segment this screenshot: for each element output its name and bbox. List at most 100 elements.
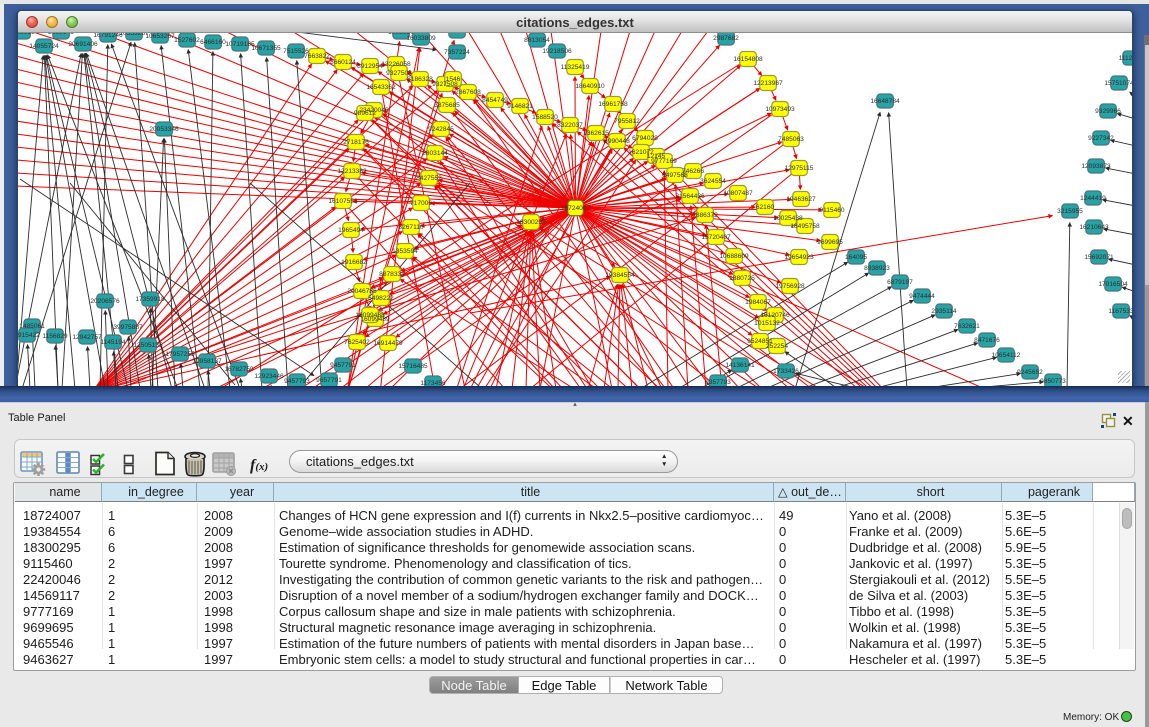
svg-text:9699695: 9699695 <box>817 239 843 246</box>
svg-text:1353594: 1353594 <box>392 248 418 255</box>
svg-text:8813054: 8813054 <box>524 37 550 44</box>
svg-text:9657791: 9657791 <box>316 377 342 384</box>
svg-text:8471676: 8471676 <box>974 337 1000 344</box>
svg-text:20053346: 20053346 <box>149 126 179 133</box>
svg-text:1205613: 1205613 <box>18 33 35 36</box>
svg-text:15716485: 15716485 <box>398 363 428 370</box>
svg-text:18300295: 18300295 <box>516 219 546 226</box>
svg-text:9329966: 9329966 <box>1095 108 1121 115</box>
svg-text:19463627: 19463627 <box>786 196 816 203</box>
svg-text:1880725: 1880725 <box>729 275 755 282</box>
svg-text:12213967: 12213967 <box>753 80 783 87</box>
svg-text:9242845: 9242845 <box>428 126 454 133</box>
svg-text:18724007: 18724007 <box>561 205 591 212</box>
svg-text:9857793: 9857793 <box>705 379 731 386</box>
svg-text:16107553: 16107553 <box>328 198 358 205</box>
svg-text:10654112: 10654112 <box>992 352 1021 359</box>
svg-text:717006: 717006 <box>410 200 432 207</box>
svg-text:15751074: 15751074 <box>1104 80 1132 87</box>
svg-text:9457793: 9457793 <box>284 378 310 385</box>
svg-text:7357224: 7357224 <box>444 49 470 56</box>
svg-text:19654923: 19654923 <box>784 254 814 261</box>
svg-text:10973493: 10973493 <box>765 106 795 113</box>
svg-text:1156829: 1156829 <box>42 333 68 340</box>
svg-text:7955812: 7955812 <box>614 118 640 125</box>
svg-text:10958137: 10958137 <box>192 358 222 365</box>
svg-text:16033809: 16033809 <box>406 35 436 42</box>
svg-text:6879197: 6879197 <box>887 279 913 286</box>
svg-text:1112485: 1112485 <box>1119 55 1132 62</box>
svg-text:20206576: 20206576 <box>90 298 120 305</box>
svg-text:2987682: 2987682 <box>713 35 739 42</box>
svg-text:16961758: 16961758 <box>598 101 628 108</box>
svg-text:12093873: 12093873 <box>1081 163 1111 170</box>
svg-text:9777169: 9777169 <box>651 158 677 165</box>
svg-text:11325419: 11325419 <box>561 64 590 71</box>
svg-text:252254: 252254 <box>766 343 788 350</box>
svg-text:62160: 62160 <box>756 204 775 211</box>
svg-text:3267110: 3267110 <box>398 224 424 231</box>
svg-text:1588520: 1588520 <box>532 114 558 121</box>
svg-text:2803144: 2803144 <box>422 150 448 157</box>
svg-text:19218506: 19218506 <box>542 48 572 55</box>
svg-text:9850773: 9850773 <box>1040 378 1066 385</box>
svg-text:6466160: 6466160 <box>200 39 226 46</box>
svg-text:3624554: 3624554 <box>700 178 726 185</box>
svg-text:1527602: 1527602 <box>174 37 200 44</box>
svg-text:21564436: 21564436 <box>675 193 705 200</box>
svg-text:10653267: 10653267 <box>145 33 175 40</box>
svg-text:39975887: 39975887 <box>113 324 143 331</box>
svg-text:18640910: 18640910 <box>575 83 605 90</box>
svg-text:10025438: 10025438 <box>773 215 803 222</box>
svg-text:16120746: 16120746 <box>760 312 790 319</box>
svg-text:10688609: 10688609 <box>719 253 749 260</box>
svg-text:16210643: 16210643 <box>1079 224 1109 231</box>
svg-text:164095: 164095 <box>845 254 867 261</box>
svg-text:10807487: 10807487 <box>723 190 753 197</box>
svg-text:746266: 746266 <box>682 168 704 175</box>
svg-text:9457791: 9457791 <box>330 362 356 369</box>
svg-text:16782759: 16782759 <box>224 366 254 373</box>
svg-text:3915422: 3915422 <box>18 332 40 339</box>
svg-text:1167533: 1167533 <box>1108 308 1132 315</box>
svg-text:1546: 1546 <box>446 76 461 83</box>
svg-text:8938923: 8938923 <box>864 265 890 272</box>
svg-text:15692071: 15692071 <box>1084 254 1114 261</box>
svg-text:7663822: 7663822 <box>304 53 330 60</box>
svg-text:10671355: 10671355 <box>251 45 281 52</box>
svg-text:1145194: 1145194 <box>100 339 126 346</box>
svg-text:16543362: 16543362 <box>366 84 396 91</box>
svg-text:17957255: 17957255 <box>165 351 195 358</box>
svg-text:9105674: 9105674 <box>444 33 470 35</box>
svg-text:9245652: 9245652 <box>1017 369 1043 376</box>
svg-text:1916682: 1916682 <box>341 259 367 266</box>
svg-text:1015132: 1015132 <box>754 320 780 327</box>
svg-text:9115460: 9115460 <box>819 207 845 214</box>
svg-text:8322037: 8322037 <box>557 122 583 129</box>
svg-text:7632621: 7632621 <box>954 323 980 330</box>
svg-text:7485063: 7485063 <box>778 136 804 143</box>
svg-text:12975115: 12975115 <box>785 165 814 172</box>
svg-text:8660124: 8660124 <box>330 59 356 66</box>
svg-text:12505135: 12505135 <box>133 342 163 349</box>
svg-text:14055724: 14055724 <box>29 43 59 50</box>
svg-text:3215955: 3215955 <box>1057 208 1083 215</box>
svg-text:8427552: 8427552 <box>416 175 442 182</box>
svg-text:1362615: 1362615 <box>583 130 609 137</box>
svg-text:9474444: 9474444 <box>909 293 935 300</box>
svg-text:9146821: 9146821 <box>507 103 533 110</box>
svg-text:18495758: 18495758 <box>790 223 820 230</box>
svg-text:16914479: 16914479 <box>373 340 403 347</box>
svg-text:13226058: 13226058 <box>381 61 411 68</box>
svg-text:19756928: 19756928 <box>775 283 805 290</box>
svg-text:3875685: 3875685 <box>434 102 460 109</box>
svg-text:1244419: 1244419 <box>1080 195 1106 202</box>
svg-text:1965494: 1965494 <box>338 227 364 234</box>
svg-text:7625402: 7625402 <box>344 339 370 346</box>
svg-text:2069141: 2069141 <box>48 33 74 36</box>
svg-text:14136141: 14136141 <box>725 362 755 369</box>
svg-text:9227342: 9227342 <box>1088 135 1114 142</box>
svg-text:7886372: 7886372 <box>692 212 718 219</box>
svg-text:16154808: 16154808 <box>733 56 763 63</box>
svg-text:16648784: 16648784 <box>870 98 900 105</box>
